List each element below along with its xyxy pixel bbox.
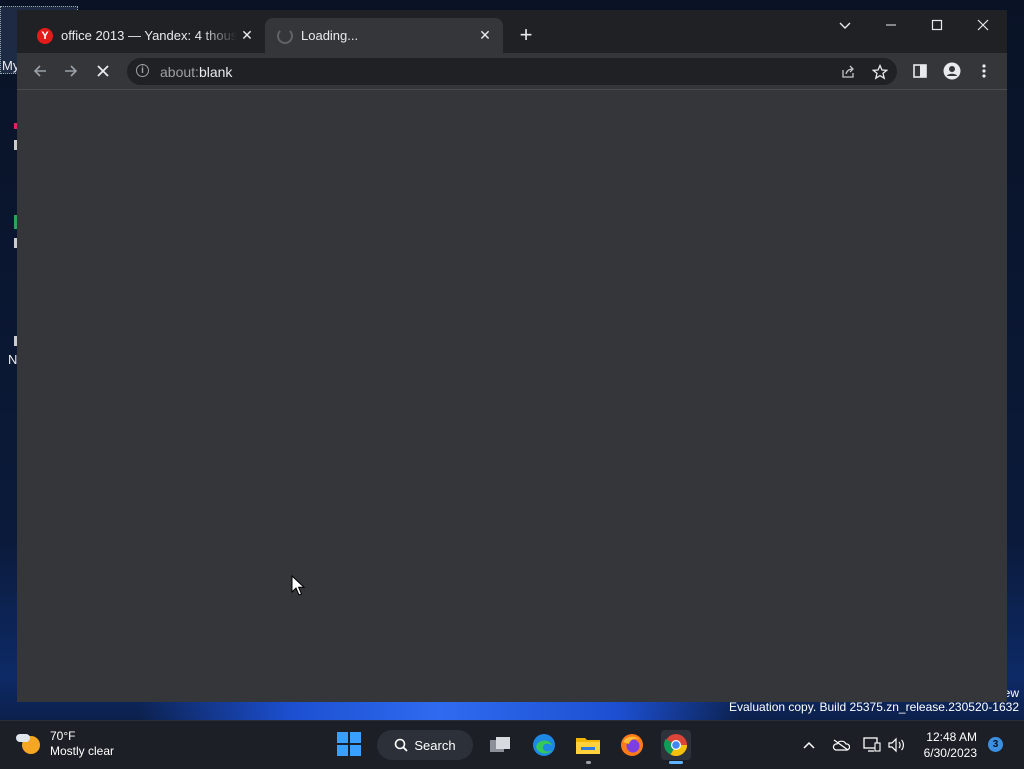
weather-widget[interactable]: 70°F Mostly clear — [16, 729, 114, 759]
tab-search-button[interactable] — [822, 10, 868, 40]
forward-button[interactable] — [57, 57, 85, 85]
edge-icon[interactable] — [529, 730, 559, 760]
minimize-button[interactable] — [868, 10, 914, 40]
search-label: Search — [414, 737, 456, 753]
maximize-button[interactable] — [914, 10, 960, 40]
yandex-icon: Y — [37, 27, 53, 44]
weather-condition: Mostly clear — [50, 744, 115, 758]
menu-icon[interactable] — [970, 57, 998, 85]
browser-toolbar: i about:blank — [17, 53, 1007, 89]
address-text[interactable]: about:blank — [160, 64, 232, 80]
mouse-cursor-icon — [291, 574, 306, 601]
firefox-icon[interactable] — [617, 730, 647, 760]
loading-spinner-icon — [277, 27, 293, 44]
task-view-icon[interactable] — [485, 730, 515, 760]
address-bar[interactable]: i about:blank — [127, 58, 897, 85]
onedrive-icon[interactable] — [831, 735, 851, 755]
tab-loading[interactable]: Loading... ✕ — [265, 18, 503, 53]
chrome-icon[interactable] — [661, 730, 691, 764]
close-window-button[interactable] — [960, 10, 1006, 40]
search-icon — [395, 738, 409, 752]
volume-icon[interactable] — [886, 735, 906, 755]
profile-icon[interactable] — [938, 57, 966, 85]
start-icon[interactable] — [337, 732, 361, 756]
stop-loading-button[interactable] — [89, 57, 117, 85]
close-tab-icon[interactable]: ✕ — [475, 26, 495, 46]
clock-time: 12:48 AM — [926, 730, 977, 744]
taskbar: 70°F Mostly clear Search 12:48 AM 6/30/2… — [0, 720, 1024, 769]
notification-badge[interactable]: 3 — [988, 737, 1003, 752]
bookmark-star-icon[interactable] — [869, 61, 891, 83]
show-hidden-icons-chevron-icon[interactable] — [799, 735, 819, 755]
network-icon[interactable] — [862, 735, 882, 755]
new-tab-button[interactable]: + — [515, 22, 537, 47]
site-info-icon[interactable]: i — [136, 64, 149, 77]
tab-title: Loading... — [301, 28, 359, 43]
tab-yandex[interactable]: Y office 2013 — Yandex: 4 thousand ✕ — [27, 18, 265, 53]
evaluation-watermark: Evaluation copy. Build 25375.zn_release.… — [729, 700, 1019, 714]
share-icon[interactable] — [837, 61, 859, 83]
tab-title: office 2013 — Yandex: 4 thousand — [61, 28, 237, 43]
wallpaper-streak — [140, 700, 740, 720]
browser-window: Y office 2013 — Yandex: 4 thousand ✕ Loa… — [17, 10, 1007, 702]
weather-moon-icon — [16, 730, 44, 758]
file-explorer-icon[interactable] — [573, 730, 603, 764]
clock-date: 6/30/2023 — [923, 746, 977, 760]
weather-temperature: 70°F — [50, 729, 76, 743]
close-tab-icon[interactable]: ✕ — [237, 26, 257, 46]
desktop-icon-label[interactable]: N — [8, 352, 17, 367]
back-button[interactable] — [26, 57, 54, 85]
taskbar-search-button[interactable]: Search — [377, 730, 473, 760]
system-clock[interactable]: 12:48 AM 6/30/2023 — [924, 729, 977, 761]
side-panel-icon[interactable] — [906, 57, 934, 85]
page-content-area[interactable] — [17, 90, 1007, 702]
tab-strip: Y office 2013 — Yandex: 4 thousand ✕ Loa… — [17, 10, 1007, 53]
